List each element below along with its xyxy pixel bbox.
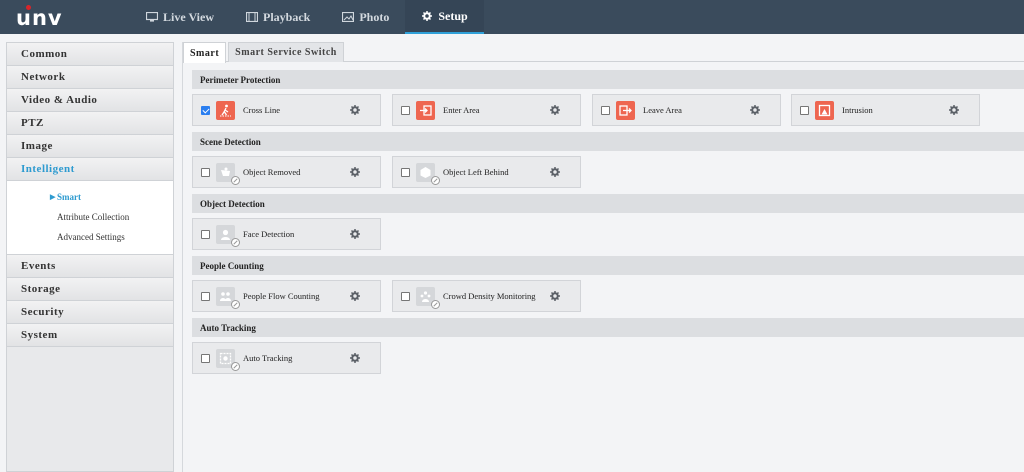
section-object-detection: Object Detection xyxy=(192,194,1024,213)
leave-area-icon xyxy=(616,100,635,120)
object-left-behind-icon xyxy=(416,162,440,185)
nav-live-view[interactable]: Live View xyxy=(130,0,230,34)
logo-dot xyxy=(26,5,31,10)
settings-gear-icon[interactable] xyxy=(750,105,760,115)
sidebar-subitem-attribute-collection[interactable]: Attribute Collection xyxy=(7,207,173,227)
sidebar-item-video-audio[interactable]: Video & Audio xyxy=(7,89,173,112)
face-detection-icon xyxy=(216,224,240,247)
function-label: Object Left Behind xyxy=(443,167,509,177)
function-label: Crowd Density Monitoring xyxy=(443,291,536,301)
function-label: Object Removed xyxy=(243,167,301,177)
function-card-crowd-density-monitoring: Crowd Density Monitoring xyxy=(392,280,581,312)
main-nav: Live View Playback Photo Setup xyxy=(130,0,484,34)
people-flow-counting-checkbox[interactable] xyxy=(201,291,210,301)
cross-line-icon xyxy=(216,100,235,120)
tab-bar: Smart Smart Service Switch xyxy=(183,42,1024,63)
settings-gear-icon[interactable] xyxy=(350,167,360,177)
function-label: Cross Line xyxy=(243,105,281,115)
top-navigation-bar: unv Live View Playback Photo Setup xyxy=(0,0,1024,34)
face-detection-checkbox[interactable] xyxy=(201,229,210,239)
sidebar-item-network[interactable]: Network xyxy=(7,66,173,89)
sidebar-item-system[interactable]: System xyxy=(7,324,173,347)
settings-sidebar: Common Network Video & Audio PTZ Image I… xyxy=(6,42,174,472)
settings-gear-icon[interactable] xyxy=(949,105,959,115)
settings-gear-icon[interactable] xyxy=(550,167,560,177)
function-label: Enter Area xyxy=(443,105,480,115)
section-people-counting: People Counting xyxy=(192,256,1024,275)
sidebar-item-security[interactable]: Security xyxy=(7,301,173,324)
sidebar-item-ptz[interactable]: PTZ xyxy=(7,112,173,135)
tab-smart[interactable]: Smart xyxy=(183,42,227,63)
function-card-enter-area: Enter Area xyxy=(392,94,581,126)
sidebar-subitem-advanced-settings[interactable]: Advanced Settings xyxy=(7,227,173,247)
disabled-badge-icon xyxy=(431,299,440,309)
enter-area-checkbox[interactable] xyxy=(401,105,410,115)
disabled-badge-icon xyxy=(231,175,240,185)
disabled-badge-icon xyxy=(231,299,240,309)
function-card-people-flow-counting: People Flow Counting xyxy=(192,280,381,312)
settings-gear-icon[interactable] xyxy=(550,291,560,301)
object-removed-icon xyxy=(216,162,240,185)
caret-right-icon: ▶ xyxy=(50,193,56,201)
function-card-cross-line: Cross Line xyxy=(192,94,381,126)
sidebar-subitem-smart[interactable]: ▶ Smart xyxy=(7,187,173,207)
auto-tracking-checkbox[interactable] xyxy=(201,353,210,363)
function-label: Leave Area xyxy=(643,105,682,115)
enter-area-icon xyxy=(416,100,435,120)
sidebar-item-storage[interactable]: Storage xyxy=(7,278,173,301)
function-label: Auto Tracking xyxy=(243,353,293,363)
nav-photo[interactable]: Photo xyxy=(326,0,405,34)
gear-icon xyxy=(422,11,433,21)
image-icon xyxy=(342,12,355,22)
logo-text: unv xyxy=(16,6,63,30)
settings-gear-icon[interactable] xyxy=(350,229,360,239)
function-label: Face Detection xyxy=(243,229,295,239)
unv-logo: unv xyxy=(16,5,63,30)
subitem-label: Smart xyxy=(57,192,81,202)
function-card-leave-area: Leave Area xyxy=(592,94,781,126)
sidebar-item-image[interactable]: Image xyxy=(7,135,173,158)
function-label: Intrusion xyxy=(842,105,873,115)
crowd-density-monitoring-checkbox[interactable] xyxy=(401,291,410,301)
leave-area-checkbox[interactable] xyxy=(601,105,610,115)
object-removed-checkbox[interactable] xyxy=(201,167,210,177)
section-scene-detection: Scene Detection xyxy=(192,132,1024,151)
cross-line-checkbox[interactable] xyxy=(201,105,210,115)
nav-label: Photo xyxy=(359,9,390,24)
sidebar-item-common[interactable]: Common xyxy=(7,43,173,66)
disabled-badge-icon xyxy=(231,361,240,371)
people-flow-icon xyxy=(216,286,240,309)
sidebar-item-intelligent[interactable]: Intelligent xyxy=(7,158,173,181)
auto-tracking-icon xyxy=(216,348,240,371)
nav-label: Live View xyxy=(163,9,214,24)
function-card-face-detection: Face Detection xyxy=(192,218,381,250)
disabled-badge-icon xyxy=(431,175,440,185)
nav-setup[interactable]: Setup xyxy=(405,0,484,34)
monitor-icon xyxy=(146,12,158,22)
tab-smart-service-switch[interactable]: Smart Service Switch xyxy=(228,42,344,62)
settings-gear-icon[interactable] xyxy=(350,291,360,301)
nav-label: Playback xyxy=(263,9,311,24)
section-auto-tracking: Auto Tracking xyxy=(192,318,1024,337)
settings-gear-icon[interactable] xyxy=(350,353,360,363)
intelligent-submenu: ▶ Smart Attribute Collection Advanced Se… xyxy=(7,181,173,255)
function-card-object-removed: Object Removed xyxy=(192,156,381,188)
function-label: People Flow Counting xyxy=(243,291,320,301)
intrusion-icon xyxy=(815,100,834,120)
nav-label: Setup xyxy=(438,8,468,23)
film-icon xyxy=(246,12,258,22)
function-card-object-left-behind: Object Left Behind xyxy=(392,156,581,188)
section-perimeter-protection: Perimeter Protection xyxy=(192,70,1024,89)
object-left-behind-checkbox[interactable] xyxy=(401,167,410,177)
sidebar-item-events[interactable]: Events xyxy=(7,255,173,278)
crowd-density-icon xyxy=(416,286,440,309)
main-content: Smart Smart Service Switch Perimeter Pro… xyxy=(182,42,1024,472)
settings-gear-icon[interactable] xyxy=(550,105,560,115)
disabled-badge-icon xyxy=(231,237,240,247)
nav-playback[interactable]: Playback xyxy=(230,0,326,34)
function-card-auto-tracking: Auto Tracking xyxy=(192,342,381,374)
settings-gear-icon[interactable] xyxy=(350,105,360,115)
intrusion-checkbox[interactable] xyxy=(800,105,809,115)
function-card-intrusion: Intrusion xyxy=(791,94,980,126)
